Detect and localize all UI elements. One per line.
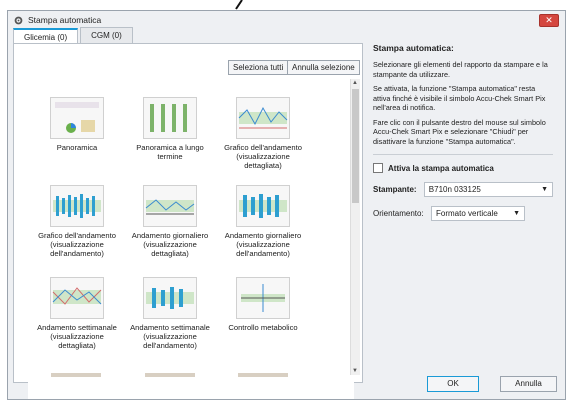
chevron-down-icon: ▼ [541,186,548,193]
item-label: Panoramica [56,143,98,152]
gear-icon [14,16,23,24]
scroll-up-icon[interactable]: ▲ [352,80,358,86]
mouse-pointer-icon [235,0,243,10]
item-label: Andamento giornaliero (visualizzazione d… [224,231,302,258]
description-text: Se attivata, la funzione "Stampa automat… [373,84,546,112]
report-thumbnail [236,277,290,319]
list-item[interactable]: Controllo metabolico [220,277,306,332]
description-text: Fare clic con il pulsante destro del mou… [373,117,546,146]
report-thumbnail [50,185,104,227]
report-thumbnail [236,185,290,227]
printer-row: Stampante: B710n 033125 ▼ [373,182,553,197]
printer-select[interactable]: B710n 033125 ▼ [423,182,553,197]
printer-label: Stampante: [373,185,417,194]
report-thumbnail [143,97,197,139]
divider [373,154,553,155]
report-thumbnail [143,277,197,319]
scrollbar-thumb[interactable] [352,89,359,203]
item-label: Grafico dell'andamento (visualizzazione … [38,231,116,258]
list-item[interactable]: Andamento giornaliero (visualizzazione d… [127,185,213,258]
description-text: Selezionare gli elementi del rapporto da… [373,60,548,79]
report-list: Panoramica Panoramica a lungo termine Gr… [28,77,354,399]
settings-panel: Stampa automatica: Selezionare gli eleme… [373,43,553,230]
list-item-partial [51,373,101,377]
item-label: Andamento settimanale (visualizzazione d… [130,323,210,350]
list-item[interactable]: Andamento settimanale (visualizzazione d… [34,277,120,350]
autoprint-checkbox[interactable] [373,163,383,173]
orientation-value: Formato verticale [436,209,498,218]
scroll-down-icon[interactable]: ▼ [352,368,358,374]
report-thumbnail [236,97,290,139]
report-panel: Seleziona tutti Annulla selezione Panora… [13,43,363,399]
select-all-button[interactable]: Seleziona tutti [228,60,289,75]
list-item[interactable]: Grafico dell'andamento (visualizzazione … [220,97,306,170]
report-thumbnail [50,277,104,319]
orientation-select[interactable]: Formato verticale ▼ [431,206,525,221]
item-label: Andamento settimanale (visualizzazione d… [37,323,117,350]
autoprint-label: Attiva la stampa automatica [388,163,494,173]
item-label: Panoramica a lungo termine [136,143,204,161]
printer-value: B710n 033125 [428,185,481,194]
list-item[interactable]: Andamento giornaliero (visualizzazione d… [220,185,306,258]
item-label: Andamento giornaliero (visualizzazione d… [131,231,209,258]
list-item[interactable]: Grafico dell'andamento (visualizzazione … [34,185,120,258]
report-thumbnail [143,185,197,227]
item-label: Grafico dell'andamento (visualizzazione … [224,143,302,170]
orientation-label: Orientamento: [373,209,424,218]
cancel-button[interactable]: Annulla [500,376,557,392]
chevron-down-icon: ▼ [513,210,520,217]
settings-heading: Stampa automatica: [373,43,454,53]
deselect-all-button[interactable]: Annulla selezione [287,60,360,75]
item-label: Controllo metabolico [228,323,298,332]
ok-button[interactable]: OK [427,376,479,392]
report-thumbnail [50,97,104,139]
orientation-row: Orientamento: Formato verticale ▼ [373,206,553,221]
close-button[interactable]: ✕ [539,14,559,27]
list-item[interactable]: Panoramica a lungo termine [127,97,213,161]
vertical-scrollbar[interactable]: ▲ ▼ [350,79,360,375]
autoprint-toggle[interactable]: Attiva la stampa automatica [373,163,553,173]
list-item-partial [145,373,195,377]
list-item[interactable]: Andamento settimanale (visualizzazione d… [127,277,213,350]
list-item-partial [238,373,288,377]
list-item[interactable]: Panoramica [34,97,120,152]
window-title: Stampa automatica [28,15,102,25]
